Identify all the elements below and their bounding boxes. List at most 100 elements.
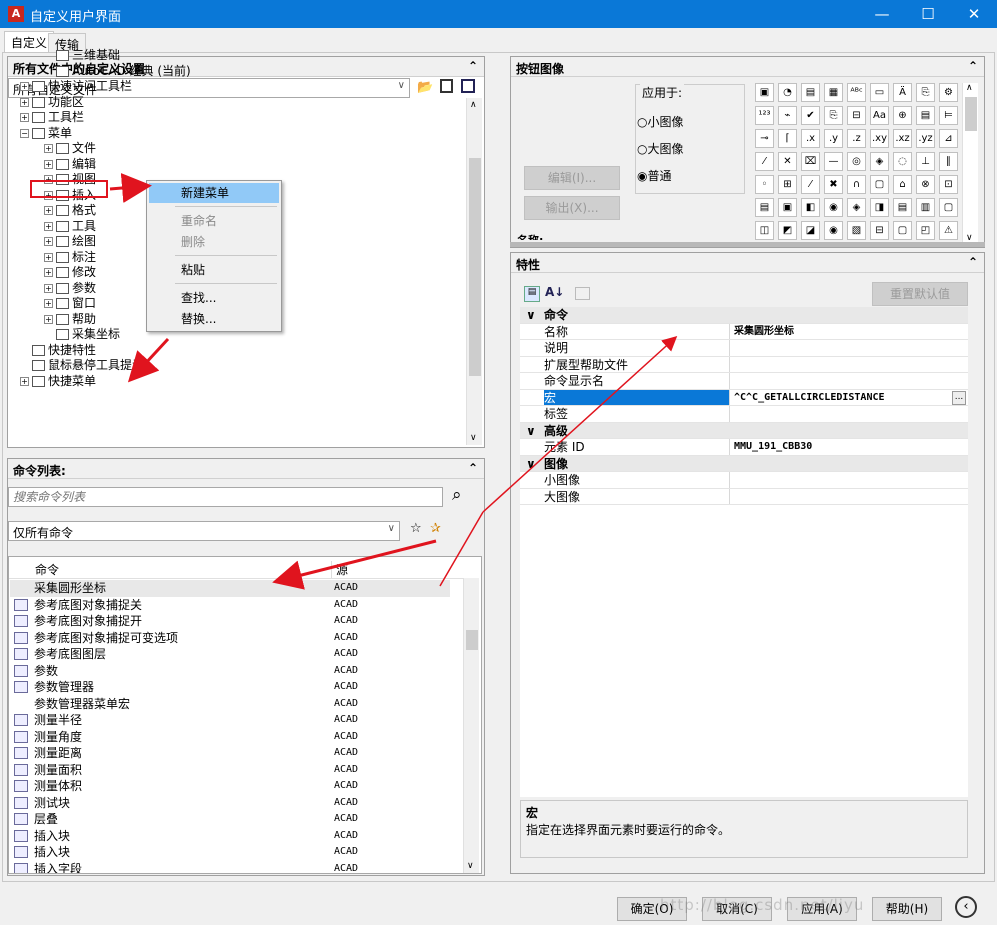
command-row[interactable]: 测试块 ACAD (10, 795, 450, 812)
command-row[interactable]: 参考底图对象捕捉可变选项 ACAD (10, 630, 450, 647)
command-row[interactable]: 采集圆形坐标 ACAD (10, 580, 450, 597)
property-row[interactable]: 元素 ID MMU_191_CBB30 (520, 439, 968, 456)
button-image-icon[interactable]: ◉ (824, 198, 843, 217)
button-image-icon[interactable]: ▤ (755, 198, 774, 217)
command-row[interactable]: 参数管理器菜单宏 ACAD (10, 696, 450, 713)
command-row[interactable]: 插入块 ACAD (10, 828, 450, 845)
button-image-icon[interactable]: ⚙ (939, 83, 958, 102)
tree-node[interactable]: + 工具栏 (20, 110, 84, 125)
button-image-icon[interactable]: ⎘ (916, 83, 935, 102)
property-category[interactable]: ∨ 图像 (520, 455, 968, 472)
property-row[interactable]: 标签 (520, 406, 968, 423)
expand-icon[interactable]: + (20, 97, 29, 107)
button-image-icon[interactable]: ▤ (893, 198, 912, 217)
command-search-input[interactable] (8, 487, 443, 507)
expand-icon[interactable]: + (44, 299, 53, 308)
command-row[interactable]: 插入块 ACAD (10, 844, 450, 861)
property-category[interactable]: ∨ 命令 (520, 307, 968, 324)
chevron-down-icon[interactable]: ∨ (526, 423, 536, 439)
button-image-icon[interactable]: ▥ (916, 198, 935, 217)
button-image-icon[interactable]: ⊨ (939, 106, 958, 125)
collapse-icon[interactable]: ⌃ (468, 461, 478, 475)
command-row[interactable]: 参数管理器 ACAD (10, 679, 450, 696)
tree-node[interactable]: AutoCAD 经典 (当前) (56, 64, 191, 79)
button-image-icon[interactable]: ▢ (870, 175, 889, 194)
radio-normal[interactable]: ◉普通 (637, 167, 672, 184)
collapse-icon[interactable]: ⌃ (468, 59, 478, 73)
menu-item-replace[interactable]: 替换... (149, 309, 279, 329)
close-button[interactable]: ✕ (951, 0, 997, 28)
help-button[interactable]: 帮助(H) (872, 897, 942, 921)
button-image-icon[interactable]: ⁄ (755, 152, 774, 171)
button-image-icon[interactable]: ∩ (847, 175, 866, 194)
property-value[interactable]: 采集圆形坐标 (734, 324, 952, 340)
property-pages-icon[interactable] (575, 287, 590, 300)
button-image-icon[interactable]: ▤ (801, 83, 820, 102)
button-image-icon[interactable]: ◔ (778, 83, 797, 102)
button-image-icon[interactable]: ▢ (939, 198, 958, 217)
button-image-icon[interactable]: ¹²³ (755, 106, 774, 125)
button-image-icon[interactable]: .yz (916, 129, 935, 148)
menu-item-new-menu[interactable]: 新建菜单 (149, 183, 279, 203)
button-image-icon[interactable]: ᴬᴮᶜ (847, 83, 866, 102)
command-row[interactable]: 参考底图图层 ACAD (10, 646, 450, 663)
command-row[interactable]: 测量面积 ACAD (10, 762, 450, 779)
button-image-icon[interactable]: ∥ (939, 152, 958, 171)
collapse-icon[interactable]: ⌃ (968, 59, 978, 73)
expand-icon[interactable]: + (44, 283, 53, 293)
button-image-icon[interactable]: ⊸ (755, 129, 774, 148)
expand-icon[interactable]: + (44, 237, 53, 246)
menu-item-find[interactable]: 查找... (149, 288, 279, 308)
button-image-icon[interactable]: ◪ (801, 221, 820, 240)
button-image-icon[interactable]: ◈ (870, 152, 889, 171)
button-image-icon[interactable]: ◨ (870, 198, 889, 217)
expand-icon[interactable]: + (44, 252, 53, 262)
tree-node[interactable]: − 菜单 (20, 126, 72, 141)
button-image-icon[interactable]: ⊗ (916, 175, 935, 194)
button-image-icon[interactable]: ◦ (755, 175, 774, 194)
button-image-icon[interactable]: ⌁ (778, 106, 797, 125)
command-row[interactable]: 参考底图对象捕捉开 ACAD (10, 613, 450, 630)
property-value[interactable]: MMU_191_CBB30 (734, 439, 952, 455)
tree-node[interactable]: 快捷特性 (32, 343, 96, 358)
tree-node[interactable]: + 窗口 (44, 296, 96, 311)
menu-item-rename[interactable]: 重命名 (149, 211, 279, 231)
button-image-icon[interactable]: ◫ (755, 221, 774, 240)
tree-node[interactable]: + 编辑 (44, 157, 96, 172)
property-row[interactable]: 命令显示名 (520, 373, 968, 390)
expand-icon[interactable]: + (20, 113, 29, 122)
button-image-icon[interactable]: ⊞ (778, 175, 797, 194)
button-image-icon[interactable]: ✖ (824, 175, 843, 194)
property-row[interactable]: 大图像 (520, 488, 968, 505)
button-image-icon[interactable]: Ä (893, 83, 912, 102)
gallery-scrollbar[interactable]: ∧ ∨ (962, 83, 978, 243)
button-image-icon[interactable]: ⌧ (801, 152, 820, 171)
expand-icon[interactable]: + (20, 376, 29, 386)
tree-node[interactable]: + 绘图 (44, 234, 96, 249)
create-command-icon[interactable]: ✰ (430, 521, 441, 536)
find-command-icon[interactable]: ☆ (410, 521, 422, 536)
tree-node[interactable]: 三维基础 (56, 48, 120, 63)
chevron-down-icon[interactable]: ∨ (526, 307, 536, 323)
command-row[interactable]: 测量角度 ACAD (10, 729, 450, 746)
tree-node[interactable]: + 帮助 (44, 312, 96, 327)
collapse-icon[interactable]: ⌃ (968, 255, 978, 269)
collapse-icon[interactable]: − (20, 128, 29, 138)
property-row[interactable]: 扩展型帮助文件 (520, 356, 968, 373)
button-image-icon[interactable]: ▧ (847, 221, 866, 240)
button-image-icon[interactable]: ⌂ (893, 175, 912, 194)
command-scrollbar[interactable]: ∨ (463, 578, 479, 873)
expand-icon[interactable]: + (44, 221, 53, 231)
expand-icon[interactable]: + (44, 268, 53, 277)
property-row[interactable]: 小图像 (520, 472, 968, 489)
export-image-button[interactable]: 输出(X)... (524, 196, 620, 220)
expand-icon[interactable]: + (44, 144, 53, 153)
categorized-icon[interactable]: ▤ (524, 286, 540, 302)
button-image-icon[interactable]: ▭ (870, 83, 889, 102)
button-image-icon[interactable]: ⌈ (778, 129, 797, 148)
button-image-icon[interactable]: ◰ (916, 221, 935, 240)
tree-node[interactable]: + 功能区 (20, 95, 84, 110)
button-image-icon[interactable]: ◩ (778, 221, 797, 240)
maximize-button[interactable]: ☐ (905, 0, 951, 28)
button-image-icon[interactable]: ▢ (893, 221, 912, 240)
